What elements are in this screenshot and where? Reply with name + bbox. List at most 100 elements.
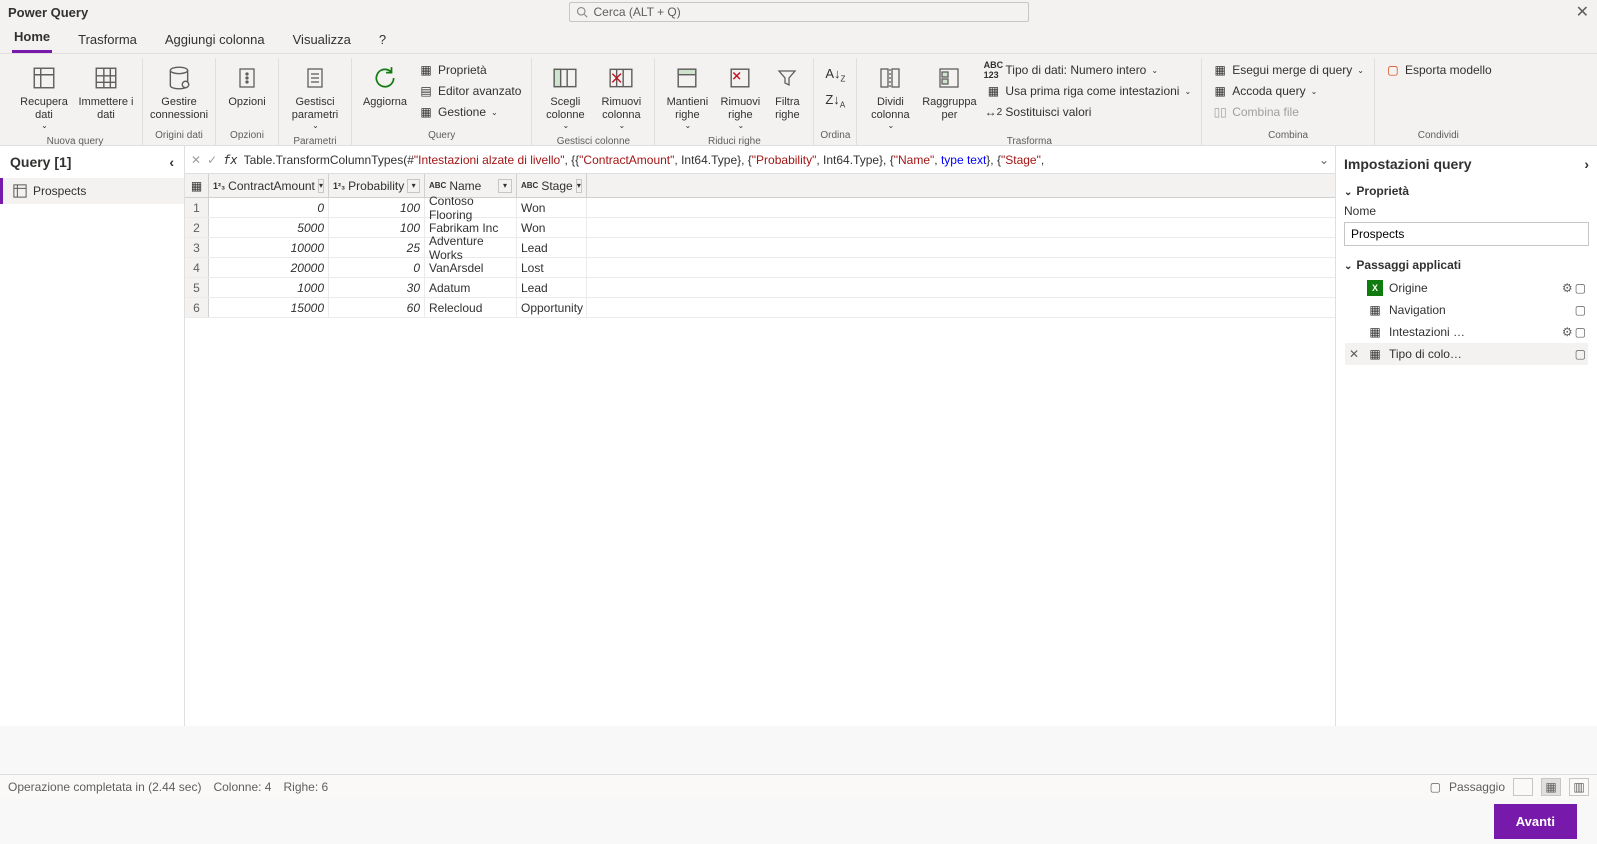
step-menu-icon[interactable]: ▢ [1575,325,1586,339]
accept-formula-button[interactable]: ✓ [207,153,217,167]
cell[interactable]: 15000 [209,298,329,317]
query-item-prospects[interactable]: Prospects [0,178,184,204]
applied-step[interactable]: ▦Navigation▢ [1345,299,1588,321]
grid-view-button[interactable]: ▦ [1541,778,1561,796]
opzioni-button[interactable]: Opzioni [222,58,272,113]
properties-icon: ▦ [418,62,434,78]
col-header-probability[interactable]: 1²₃Probability▾ [329,174,425,197]
footer: Avanti [0,798,1597,844]
cell[interactable]: 0 [209,198,329,217]
merge-query-button[interactable]: ▦Esegui merge di query⌄ [1208,60,1368,80]
gestisci-parametri-button[interactable]: Gestisci parametri⌄ [285,58,345,134]
gestire-connessioni-button[interactable]: Gestire connessioni [149,58,209,125]
col-header-stage[interactable]: ABCStage▾ [517,174,587,197]
cell[interactable]: Adventure Works [425,238,517,257]
cell[interactable]: Adatum [425,278,517,297]
cancel-formula-button[interactable]: ✕ [191,153,201,167]
group-trasforma: Dividi colonna⌄ Raggruppa per ABC123Tipo… [857,58,1202,145]
table-row[interactable]: 2 5000 100 Fabrikam Inc Won [185,218,1335,238]
cell[interactable]: 5000 [209,218,329,237]
esporta-modello-button[interactable]: ▢Esporta modello [1381,60,1496,80]
rimuovi-righe-button[interactable]: Rimuovi righe⌄ [715,58,765,134]
remove-cols-icon [608,62,634,94]
cell[interactable]: Contoso Flooring [425,198,517,217]
query-name-input[interactable] [1344,222,1589,246]
chevron-down-icon[interactable]: ▾ [498,179,512,193]
table-row[interactable]: 1 0 100 Contoso Flooring Won [185,198,1335,218]
cell[interactable]: 100 [329,218,425,237]
avanti-button[interactable]: Avanti [1494,804,1577,839]
cell[interactable]: Relecloud [425,298,517,317]
filtra-righe-button[interactable]: Filtra righe [767,58,807,125]
dividi-colonna-button[interactable]: Dividi colonna⌄ [863,58,917,134]
accoda-query-button[interactable]: ▦Accoda query⌄ [1208,81,1368,101]
chevron-down-icon[interactable]: ▾ [576,179,582,193]
proprieta-section[interactable]: Proprietà [1344,180,1589,202]
immettere-dati-button[interactable]: Immettere i dati [76,58,136,125]
aggiorna-button[interactable]: Aggiorna [358,58,412,113]
cell[interactable]: 10000 [209,238,329,257]
collapse-settings-button[interactable]: › [1584,156,1589,172]
applied-step[interactable]: ▦Intestazioni …⚙▢ [1345,321,1588,343]
step-menu-icon[interactable]: ▢ [1575,303,1586,317]
search-box[interactable]: Cerca (ALT + Q) [569,2,1029,22]
gear-icon[interactable]: ⚙ [1562,325,1573,339]
mantieni-righe-button[interactable]: Mantieni righe⌄ [661,58,713,134]
cell[interactable]: Opportunity [517,298,587,317]
cell[interactable]: 1000 [209,278,329,297]
cell[interactable]: Won [517,218,587,237]
gestione-button[interactable]: ▦Gestione⌄ [414,102,525,122]
table-row[interactable]: 5 1000 30 Adatum Lead [185,278,1335,298]
editor-avanzato-button[interactable]: ▤Editor avanzato [414,81,525,101]
cell[interactable]: 0 [329,258,425,277]
cell[interactable]: Lead [517,238,587,257]
prima-riga-intestazioni-button[interactable]: ▦Usa prima riga come intestazioni⌄ [981,81,1195,101]
passaggi-section[interactable]: Passaggi applicati [1344,254,1589,276]
combine-files-icon: ▯▯ [1212,104,1228,120]
sostituisci-valori-button[interactable]: ↔2Sostituisci valori [981,102,1195,122]
cell[interactable]: 100 [329,198,425,217]
settings-title: Impostazioni query [1344,156,1472,172]
diagram-view-button[interactable]: �⵼ [1513,778,1533,796]
cell[interactable]: Won [517,198,587,217]
table-row[interactable]: 6 15000 60 Relecloud Opportunity [185,298,1335,318]
tab-trasforma[interactable]: Trasforma [76,28,139,53]
scegli-colonne-button[interactable]: Scegli colonne⌄ [538,58,592,134]
proprieta-button[interactable]: ▦Proprietà [414,60,525,80]
sort-desc-button[interactable]: Z↓A [823,90,847,112]
sort-asc-button[interactable]: A↓Z [823,64,847,86]
table-row[interactable]: 4 20000 0 VanArsdel Lost [185,258,1335,278]
cell[interactable]: 30 [329,278,425,297]
expand-formula-button[interactable]: ⌄ [1319,153,1329,167]
chevron-down-icon[interactable]: ▾ [407,179,420,193]
recupera-dati-button[interactable]: Recupera dati⌄ [14,58,74,134]
step-menu-icon[interactable]: ▢ [1575,347,1586,361]
cell[interactable]: Lost [517,258,587,277]
table-row[interactable]: 3 10000 25 Adventure Works Lead [185,238,1335,258]
rimuovi-colonna-button[interactable]: Rimuovi colonna⌄ [594,58,648,134]
collapse-queries-button[interactable]: ‹ [169,154,174,170]
cell[interactable]: 60 [329,298,425,317]
close-button[interactable]: ✕ [1576,2,1589,22]
delete-step-button[interactable]: ✕ [1347,347,1361,361]
gear-icon[interactable]: ⚙ [1562,281,1573,295]
chevron-down-icon[interactable]: ▾ [318,179,324,193]
cell[interactable]: Lead [517,278,587,297]
tab-aggiungi-colonna[interactable]: Aggiungi colonna [163,28,267,53]
schema-view-button[interactable]: ▥ [1569,778,1589,796]
applied-step[interactable]: ✕▦Tipo di colo…▢ [1345,343,1588,365]
tipo-dati-button[interactable]: ABC123Tipo di dati: Numero intero⌄ [981,60,1195,80]
select-all-corner[interactable]: ▦ [185,174,209,197]
tab-help[interactable]: ? [377,28,388,53]
tab-visualizza[interactable]: Visualizza [291,28,353,53]
raggruppa-button[interactable]: Raggruppa per [919,58,979,125]
tab-home[interactable]: Home [12,25,52,53]
group-opzioni: Opzioni Opzioni [216,58,279,145]
cell[interactable]: 20000 [209,258,329,277]
cell[interactable]: 25 [329,238,425,257]
cell[interactable]: VanArsdel [425,258,517,277]
col-header-contractamount[interactable]: 1²₃ContractAmount▾ [209,174,329,197]
applied-step[interactable]: XOrigine⚙▢ [1345,277,1588,299]
step-menu-icon[interactable]: ▢ [1575,281,1586,295]
formula-input[interactable]: Table.TransformColumnTypes(#"Intestazion… [244,153,1313,167]
